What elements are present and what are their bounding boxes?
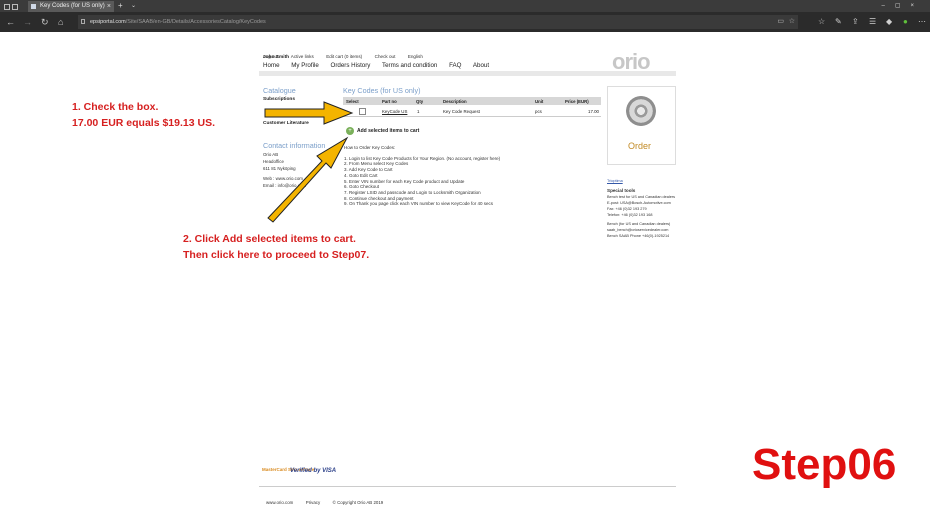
annotation-arrows — [264, 101, 354, 223]
arrow-to-add-button — [267, 136, 349, 223]
step-label: Step06 — [752, 440, 897, 489]
arrow-to-checkbox — [264, 101, 354, 125]
